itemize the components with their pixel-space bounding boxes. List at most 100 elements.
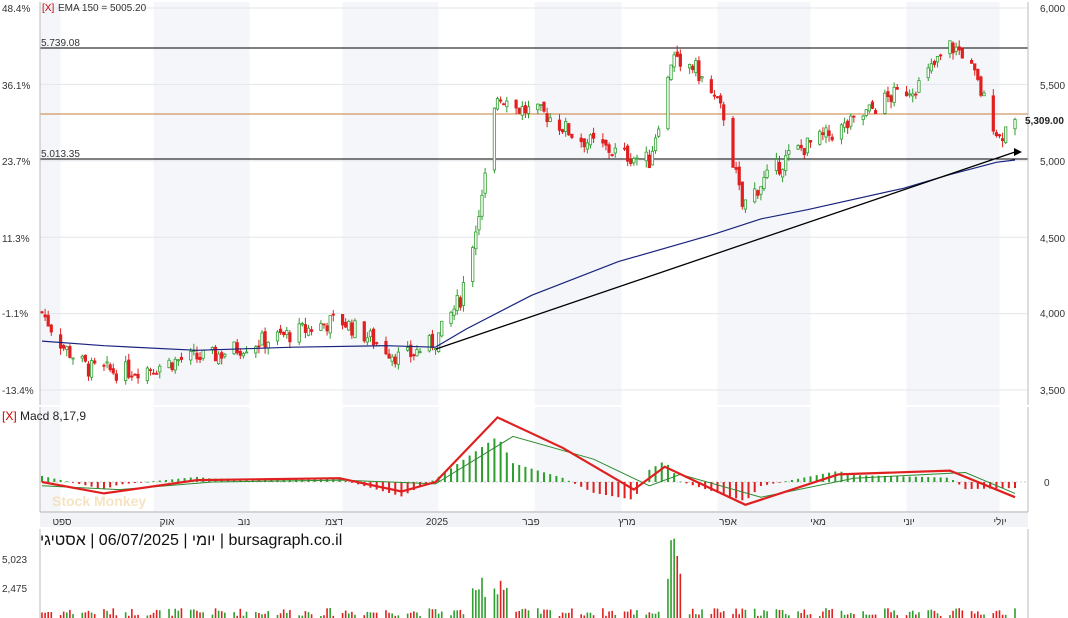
volume-bar-down [970, 611, 973, 618]
volume-bar-down [722, 611, 725, 618]
candle-up [232, 341, 236, 355]
volume-bar-down [623, 611, 626, 618]
candle-down [288, 332, 292, 343]
candle-up [471, 247, 475, 282]
volume-bar-up [955, 608, 957, 618]
volume-bar-down [887, 608, 889, 618]
volume-bar-down [952, 610, 954, 618]
candle-up [217, 353, 221, 365]
volume-bar-up [369, 612, 372, 618]
macd-flag[interactable]: [X] [2, 409, 17, 423]
volume-bar-up [233, 612, 235, 618]
volume-bar-down [196, 610, 198, 618]
volume-bar-up [564, 613, 567, 618]
candle-down [821, 132, 825, 136]
candle-down [86, 363, 91, 377]
macd-histogram-bar [679, 481, 682, 483]
macd-histogram-bar [914, 476, 917, 482]
candle-down [68, 346, 72, 358]
volume-bar-up [753, 608, 756, 618]
macd-histogram-bar [747, 482, 750, 499]
volume-bar-up [65, 612, 68, 618]
candle-up [368, 330, 373, 338]
candle-up [954, 46, 958, 52]
candle-down [979, 76, 983, 96]
candle-down [514, 99, 518, 109]
candle-down [198, 357, 202, 360]
macd-histogram-bar [518, 465, 521, 482]
volume-bar-up [636, 610, 638, 618]
volume-bar-down [84, 612, 87, 618]
candle-down [130, 375, 134, 378]
tick-right-6: 3,500 [1040, 386, 1065, 397]
candle-up [743, 199, 748, 210]
x-tick-jul: יולי [993, 516, 1006, 528]
x-tick-oct: אוק [160, 517, 175, 528]
candle-down [384, 340, 388, 355]
volume-bar-up [936, 613, 939, 618]
candle-down [517, 107, 521, 114]
volume-bar-down [648, 612, 651, 618]
volume-bar-down [691, 608, 694, 618]
volume-bar-down [518, 610, 521, 618]
candle-down [970, 59, 974, 64]
volume-bar-down [933, 610, 936, 618]
macd-histogram-bar [567, 480, 570, 482]
macd-histogram-bar [542, 472, 545, 482]
volume-bar-down [828, 609, 830, 618]
macd-histogram-bar [400, 482, 403, 497]
macd-zero-tick: 0 [1044, 478, 1050, 489]
candle-down [502, 103, 506, 106]
volume-bar-up [536, 608, 539, 618]
candle-down [994, 132, 999, 136]
candle-up [780, 169, 785, 178]
indicator-flag[interactable]: [X] [42, 3, 54, 14]
candle-down [350, 322, 354, 336]
candle-down [151, 372, 156, 375]
last-price-label: 5,309.00 [1025, 116, 1064, 127]
candle-up [124, 361, 128, 382]
resistance-level-label: 5.739.08 [41, 38, 80, 49]
x-tick-2025: 2025 [426, 517, 449, 528]
volume-bar-up [744, 609, 747, 618]
macd-histogram-bar [952, 479, 955, 482]
volume-bar-up [586, 612, 589, 618]
tick-right-3: 5,000 [1040, 157, 1065, 168]
candle-up [223, 353, 227, 357]
candle-up [883, 92, 887, 114]
macd-histogram-bar [890, 476, 893, 482]
candle-up [539, 104, 543, 107]
volume-bar-down [998, 610, 1001, 618]
candle-down [1001, 138, 1005, 142]
volume-bar-up [825, 608, 827, 618]
candle-up [80, 355, 84, 359]
macd-histogram-bar [908, 476, 911, 482]
candle-down [691, 65, 695, 71]
macd-histogram-bar [152, 481, 155, 482]
macd-histogram-bar [611, 482, 614, 497]
volume-bar-down [958, 608, 961, 618]
month-band [906, 2, 1000, 405]
candle-down [340, 314, 345, 326]
macd-histogram-bar [90, 482, 93, 487]
footer-caption: יומי | 06/07/2025 | אסטיגי | bursagraph.… [40, 532, 342, 549]
volume-bar-down [803, 609, 806, 618]
candle-up [520, 106, 524, 116]
macd-histogram-bar [133, 482, 136, 484]
candle-down [127, 359, 131, 378]
volume-bar-down [103, 609, 105, 618]
volume-bar-up [285, 612, 288, 618]
volume-bar-down [344, 610, 347, 618]
volume-bar-up [478, 589, 480, 618]
tick-left-6: -13.4% [2, 386, 34, 397]
volume-bar-up [475, 590, 477, 618]
candle-up [415, 349, 419, 357]
candle-up [784, 155, 788, 171]
macd-histogram-bar [164, 479, 167, 482]
volume-bar-down [543, 609, 545, 618]
volume-bar-up [193, 609, 195, 618]
volume-bar-down [112, 608, 115, 618]
x-tick-feb: פבר [522, 517, 539, 528]
candle-up [300, 323, 304, 326]
macd-histogram-bar [592, 482, 595, 493]
